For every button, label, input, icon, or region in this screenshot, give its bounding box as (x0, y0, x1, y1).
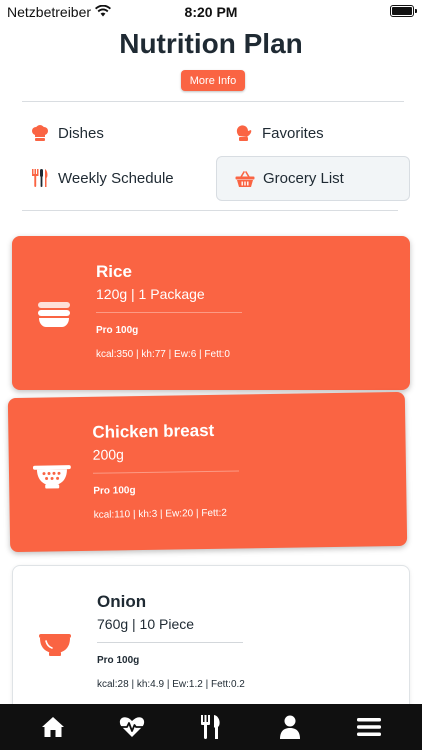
item-card-rice[interactable]: Rice 120g | 1 Package Pro 100g kcal:350 … (12, 236, 410, 390)
home-icon[interactable] (35, 709, 71, 745)
item-name: Chicken breast (92, 420, 215, 442)
chef-hat-icon (30, 123, 50, 143)
clock: 8:20 PM (184, 4, 238, 20)
menu-item-label: Dishes (58, 124, 104, 142)
colander-icon (32, 459, 71, 490)
item-amount: 760g | 10 Piece (97, 616, 195, 632)
item-name: Rice (96, 262, 132, 281)
divider (22, 101, 404, 102)
oven-mitt-icon (234, 123, 254, 143)
heartbeat-icon[interactable] (114, 709, 150, 745)
item-nutrition: kcal:350 | kh:77 | Ew:6 | Fett:0 (96, 349, 230, 360)
item-per-label: Pro 100g (97, 655, 140, 666)
item-amount: 120g | 1 Package (96, 286, 205, 302)
menu-item-label: Weekly Schedule (58, 169, 174, 187)
menu-item-dishes[interactable]: Dishes (30, 123, 104, 143)
item-per-label: Pro 100g (96, 325, 139, 336)
item-card-chicken-breast[interactable]: Chicken breast 200g Pro 100g kcal:110 | … (7, 391, 408, 553)
divider (22, 210, 398, 211)
basket-icon (235, 169, 255, 189)
menu-item-grocery-list[interactable]: Grocery List (216, 156, 410, 201)
menu-icon[interactable] (351, 709, 387, 745)
divider (92, 470, 239, 474)
divider (97, 642, 243, 643)
menu-item-weekly-schedule[interactable]: Weekly Schedule (30, 168, 174, 188)
menu-item-favorites[interactable]: Favorites (234, 123, 324, 143)
battery-icon (390, 5, 417, 17)
utensils-icon (30, 168, 50, 188)
user-icon[interactable] (272, 709, 308, 745)
menu-item-label: Grocery List (263, 170, 344, 187)
item-card-onion[interactable]: Onion 760g | 10 Piece Pro 100g kcal:28 |… (12, 565, 410, 725)
bowl-stack-icon (36, 298, 72, 328)
bowl-icon (37, 628, 73, 658)
more-info-button[interactable]: More Info (181, 70, 245, 91)
item-nutrition: kcal:28 | kh:4.9 | Ew:1.2 | Fett:0.2 (97, 679, 245, 690)
item-per-label: Pro 100g (93, 485, 136, 497)
utensils-icon[interactable] (193, 709, 229, 745)
tab-bar (0, 704, 422, 750)
item-nutrition: kcal:110 | kh:3 | Ew:20 | Fett:2 (93, 507, 227, 521)
item-amount: 200g (92, 446, 124, 463)
item-name: Onion (97, 592, 147, 611)
divider (96, 312, 242, 313)
menu-item-label: Favorites (262, 124, 324, 142)
status-bar: Netzbetreiber 8:20 PM (0, 0, 422, 24)
page-title: Nutrition Plan (119, 28, 303, 59)
